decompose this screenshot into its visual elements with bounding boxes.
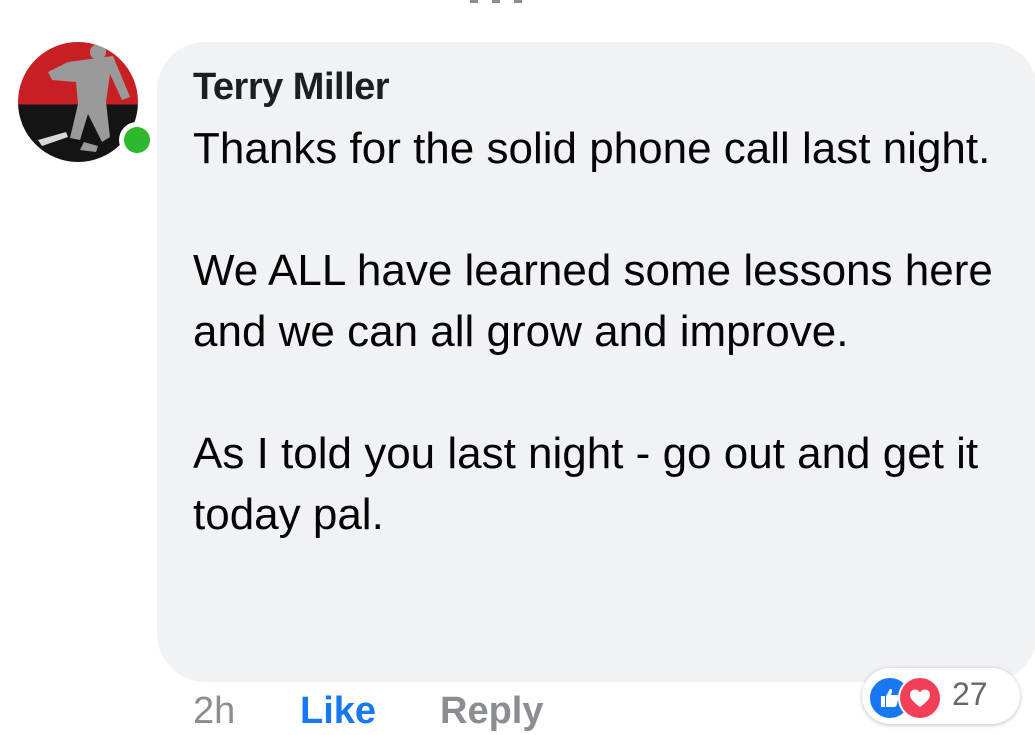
reply-button[interactable]: Reply [440, 690, 543, 733]
like-button[interactable]: Like [300, 690, 376, 733]
comment-body: Thanks for the solid phone call last nig… [193, 118, 993, 545]
comment-author[interactable]: Terry Miller [193, 66, 390, 109]
comment-paragraph-3: As I told you last night - go out and ge… [193, 429, 979, 539]
comment-timestamp[interactable]: 2h [193, 690, 235, 733]
reaction-count: 27 [952, 676, 988, 712]
love-icon [898, 676, 942, 720]
comment-paragraph-2: We ALL have learned some lessons here an… [193, 246, 993, 356]
reactions-summary[interactable]: 27 [862, 668, 1020, 724]
online-status-icon [119, 122, 155, 158]
previous-reply-fragment [470, 0, 540, 6]
comment-paragraph-1: Thanks for the solid phone call last nig… [193, 124, 991, 173]
comment-screen: Terry Miller Thanks for the solid phone … [0, 0, 1035, 735]
avatar[interactable] [18, 42, 155, 162]
